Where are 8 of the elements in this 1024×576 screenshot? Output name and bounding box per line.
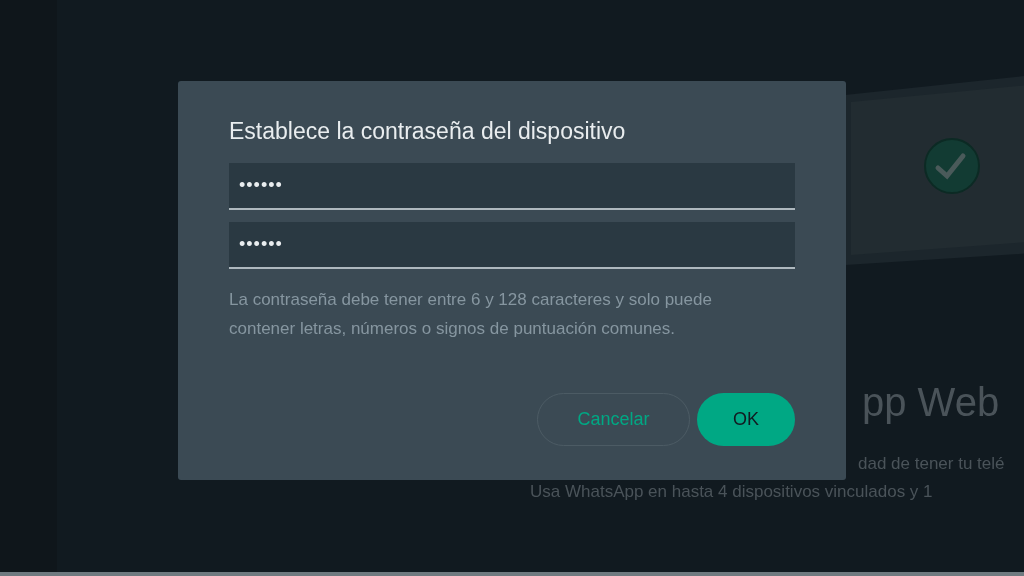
dialog-title: Establece la contraseña del dispositivo xyxy=(229,117,627,145)
ok-button[interactable]: OK xyxy=(697,393,795,446)
password-field[interactable]: •••••• xyxy=(229,163,795,210)
password-field[interactable]: •••••• xyxy=(229,222,795,269)
hint-text: La contraseña debe tener entre 6 y 128 caracteres y solo puede contener letras, números o signos de puntuación comunes. xyxy=(229,289,713,340)
page-title: pp Web xyxy=(862,380,1001,424)
description-text: dad de tener tu telé xyxy=(858,454,1006,474)
description-text: Usa WhatsApp en hasta 4 dispositivos vinculados y 1 xyxy=(530,482,934,502)
